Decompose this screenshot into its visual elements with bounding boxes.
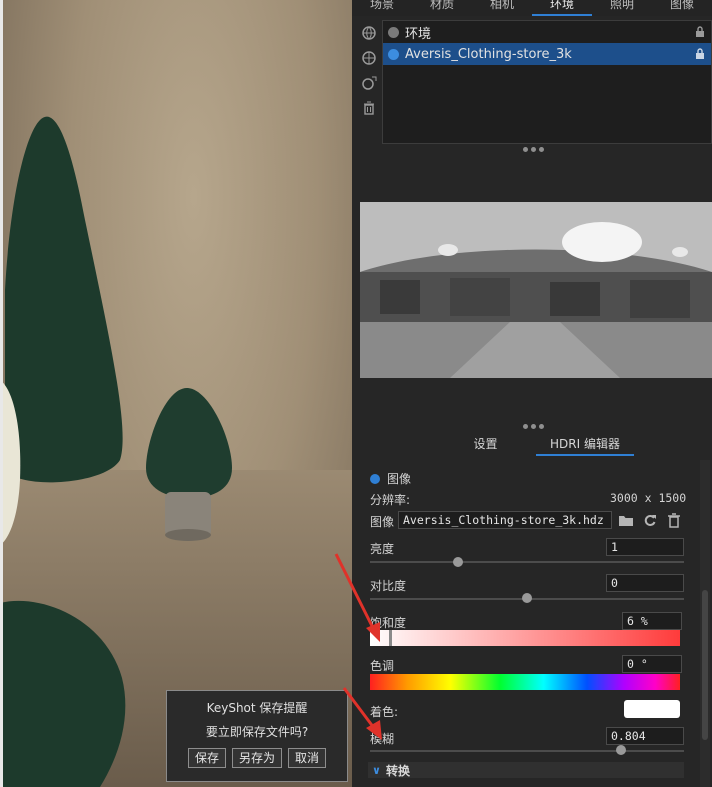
tab-scene[interactable]: 场景 — [352, 0, 412, 16]
env-item-clothing-store[interactable]: Aversis_Clothing-store_3k — [383, 43, 711, 65]
hue-gradient-bar[interactable] — [370, 674, 680, 690]
egg-object — [0, 380, 21, 545]
save-button[interactable]: 保存 — [187, 748, 226, 768]
annotation-arrow-blur — [342, 687, 382, 740]
tab-lighting[interactable]: 照明 — [592, 0, 652, 16]
blur-input[interactable]: 0.804 — [606, 727, 684, 745]
env-item-label: 环境 — [405, 26, 432, 42]
image-file-label: 图像 — [370, 515, 395, 529]
contrast-input[interactable]: 0 — [606, 574, 684, 592]
refresh-icon[interactable] — [641, 511, 659, 529]
hue-label: 色调 — [370, 659, 395, 673]
list-resize-handle[interactable] — [523, 147, 544, 152]
dome-object — [0, 600, 126, 787]
image-file-field[interactable]: Aversis_Clothing-store_3k.hdz — [398, 511, 612, 529]
resolution-value: 3000 x 1500 — [610, 491, 687, 505]
brightness-input[interactable]: 1 — [606, 538, 684, 556]
main-tabs: 场景 材质 相机 环境 照明 图像 — [352, 0, 712, 16]
env-item-root[interactable]: 环境 — [383, 21, 711, 43]
contrast-slider-knob[interactable] — [522, 593, 532, 603]
radio-icon[interactable] — [370, 473, 380, 484]
save-reminder-dialog: KeyShot 保存提醒 要立即保存文件吗? 保存 另存为 取消 — [166, 690, 348, 782]
brightness-slider-knob[interactable] — [452, 557, 463, 567]
resolution-label: 分辨率: — [370, 493, 411, 507]
environment-sub-tabs: 设置 HDRI 编辑器 — [360, 436, 712, 456]
preview-resize-handle[interactable] — [523, 424, 544, 429]
env-globe-icon — [388, 48, 399, 60]
transform-section-header[interactable]: ∨ 转换 — [368, 762, 684, 778]
tab-materials[interactable]: 材质 — [412, 0, 472, 16]
save-as-button[interactable]: 另存为 — [231, 748, 282, 768]
blur-slider-track[interactable] — [370, 750, 684, 752]
lock-icon[interactable] — [695, 26, 705, 37]
tint-color-swatch[interactable] — [624, 700, 680, 718]
env-globe-icon — [388, 26, 399, 38]
render-viewport[interactable]: KeyShot 保存提醒 要立即保存文件吗? 保存 另存为 取消 — [0, 0, 352, 787]
globe-duplicate-icon[interactable] — [360, 74, 378, 92]
small-cone-tree — [146, 387, 232, 541]
dialog-title: KeyShot 保存提醒 — [206, 701, 308, 715]
scrollbar-thumb[interactable] — [702, 590, 708, 740]
environment-list: 环境 Aversis_Clothing-store_3k — [382, 20, 712, 144]
folder-icon[interactable] — [617, 511, 635, 529]
hdri-preview-image[interactable] — [360, 202, 712, 378]
transform-label: 转换 — [385, 763, 410, 778]
cancel-button[interactable]: 取消 — [288, 748, 327, 768]
environment-toolbar — [360, 24, 378, 124]
hue-input[interactable]: 0 ° — [622, 655, 682, 673]
panel-scrollbar[interactable] — [700, 460, 710, 787]
tab-hdri-editor[interactable]: HDRI 编辑器 — [536, 436, 634, 456]
lock-icon[interactable] — [695, 48, 705, 59]
tab-settings[interactable]: 设置 — [360, 436, 536, 456]
tab-image[interactable]: 图像 — [652, 0, 712, 16]
chevron-down-icon: ∨ — [372, 763, 381, 777]
saturation-gradient-bar[interactable] — [370, 630, 680, 646]
saturation-input[interactable]: 6 % — [622, 612, 682, 630]
tab-environment[interactable]: 环境 — [532, 0, 592, 16]
globe-add-icon[interactable] — [360, 24, 378, 42]
image-section-label: 图像 — [387, 472, 412, 486]
trash-icon[interactable] — [665, 511, 683, 529]
annotation-arrow-saturation — [334, 553, 380, 642]
dialog-message: 要立即保存文件吗? — [205, 725, 309, 739]
image-section-header[interactable]: 图像 — [370, 470, 411, 487]
tab-camera[interactable]: 相机 — [472, 0, 532, 16]
trash-icon[interactable] — [360, 99, 378, 117]
globe-icon[interactable] — [360, 49, 378, 67]
env-item-label: Aversis_Clothing-store_3k — [405, 46, 572, 62]
brightness-slider-track[interactable] — [370, 561, 684, 563]
